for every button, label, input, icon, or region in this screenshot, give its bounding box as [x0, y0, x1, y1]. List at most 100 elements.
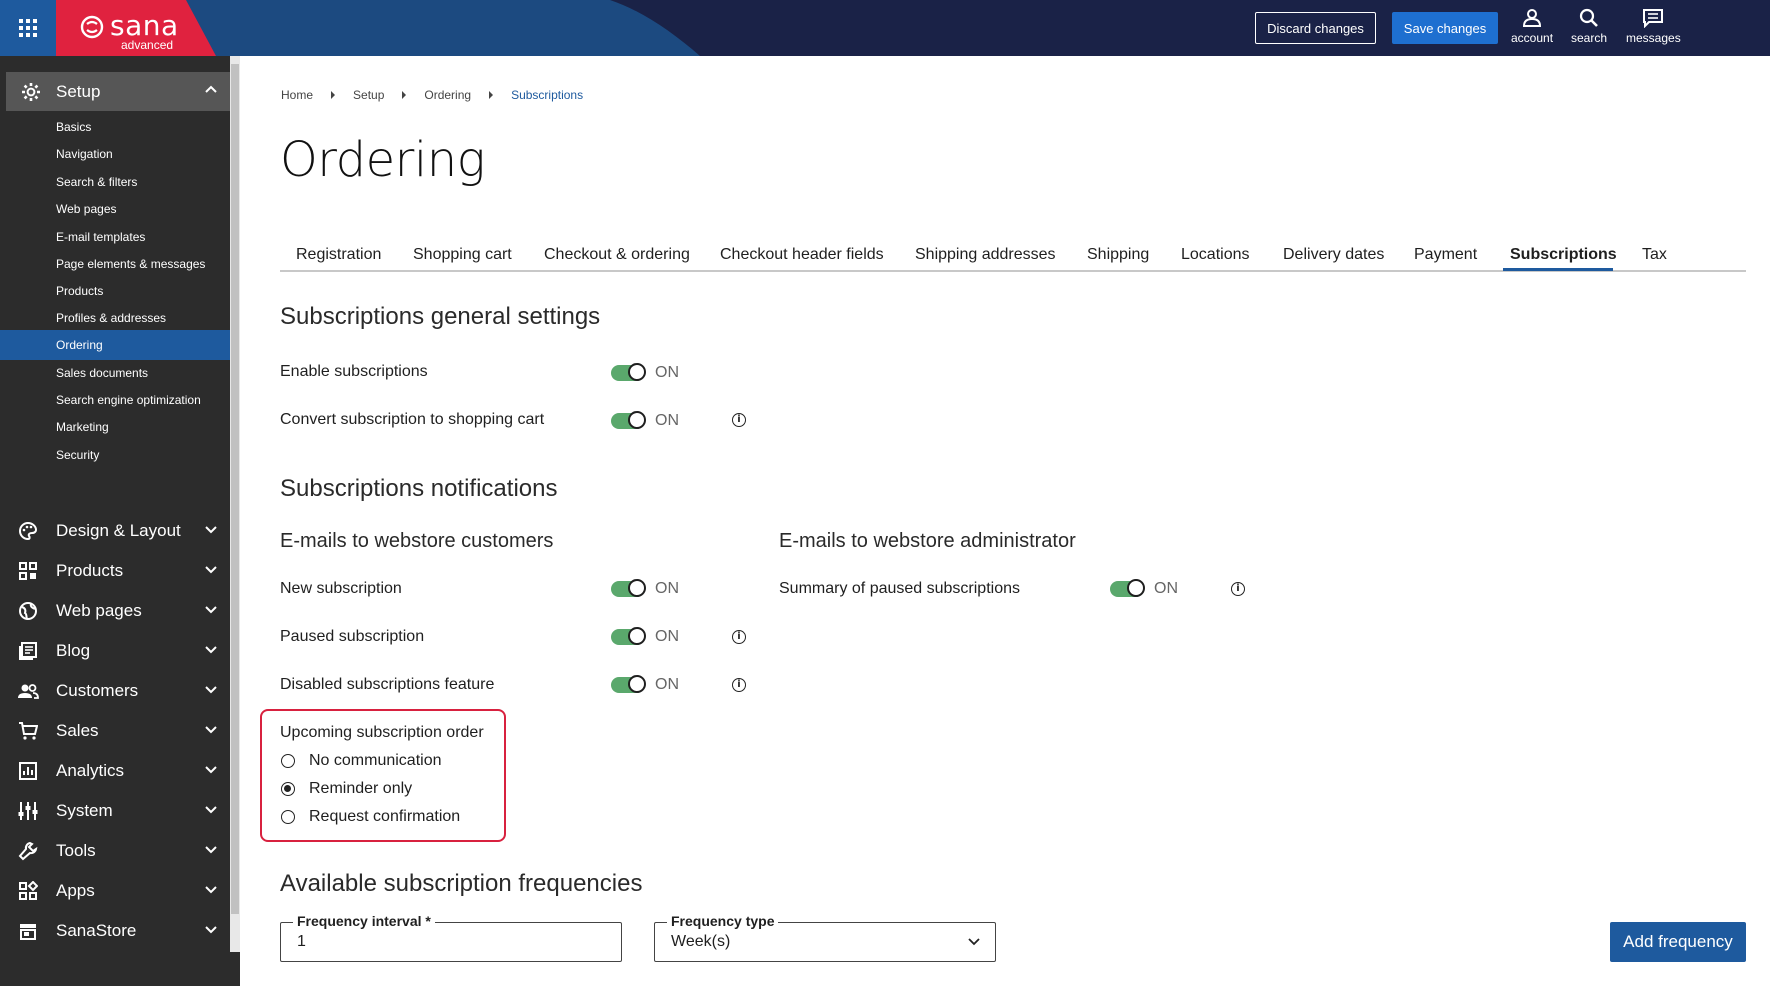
- frequency-type-select[interactable]: Frequency type Week(s): [654, 913, 996, 962]
- tab-bar: Registration Shopping cart Checkout & or…: [280, 236, 1746, 272]
- radio-unchecked-icon: [281, 810, 295, 824]
- radio-no-communication[interactable]: No communication: [281, 752, 442, 770]
- sidebar-item-setup[interactable]: Setup: [6, 72, 230, 111]
- enable-subscriptions-label: Enable subscriptions: [280, 363, 428, 380]
- customers-icon: [18, 684, 39, 699]
- radio-reminder-only[interactable]: Reminder only: [281, 780, 412, 798]
- admin-emails-heading: E-mails to webstore administrator: [779, 530, 1076, 552]
- tab-checkout-header-fields[interactable]: Checkout header fields: [720, 246, 884, 264]
- sidebar-item-sales[interactable]: Sales: [0, 711, 230, 751]
- sidebar-item-web-pages[interactable]: Web pages: [0, 591, 230, 631]
- sidebar-item-blog[interactable]: Blog: [0, 631, 230, 671]
- sidebar-tools-label: Tools: [56, 841, 96, 860]
- summary-paused-info-icon[interactable]: i: [1231, 582, 1245, 596]
- app-launcher-button[interactable]: [0, 0, 56, 56]
- sidebar-sub-search-filters[interactable]: Search & filters: [0, 167, 230, 197]
- sidebar-item-tools[interactable]: Tools: [0, 831, 230, 871]
- gear-icon: [22, 82, 40, 101]
- chevron-down-icon: [205, 766, 217, 774]
- breadcrumb-setup[interactable]: Setup: [353, 88, 384, 102]
- summary-paused-toggle[interactable]: [1110, 579, 1145, 597]
- sidebar-item-customers[interactable]: Customers: [0, 671, 230, 711]
- convert-to-cart-toggle[interactable]: [611, 411, 646, 429]
- tab-locations[interactable]: Locations: [1181, 246, 1250, 264]
- sidebar-sub-security[interactable]: Security: [0, 440, 230, 470]
- analytics-icon: [19, 762, 37, 780]
- frequency-interval-value: 1: [297, 933, 306, 950]
- radio-no-communication-label: No communication: [309, 752, 442, 769]
- disabled-feature-info-icon[interactable]: i: [732, 678, 746, 692]
- sidebar-sub-profiles-addresses[interactable]: Profiles & addresses: [0, 303, 230, 333]
- messages-label: messages: [1626, 31, 1681, 45]
- top-header: sana advanced Discard changes Save chang…: [0, 0, 1770, 56]
- sidebar-sub-page-elements[interactable]: Page elements & messages: [0, 249, 230, 279]
- sidebar-item-apps[interactable]: Apps: [0, 871, 230, 911]
- save-changes-button[interactable]: Save changes: [1392, 12, 1498, 44]
- sidebar-sanastore-label: SanaStore: [56, 921, 137, 940]
- disabled-feature-toggle[interactable]: [611, 675, 646, 693]
- add-frequency-button[interactable]: Add frequency: [1610, 922, 1746, 962]
- radio-unchecked-icon: [281, 754, 295, 768]
- paused-subscription-toggle[interactable]: [611, 627, 646, 645]
- sidebar-sub-web-pages[interactable]: Web pages: [0, 194, 230, 224]
- sidebar-sub-ordering[interactable]: Ordering: [0, 330, 230, 360]
- breadcrumb-ordering[interactable]: Ordering: [424, 88, 471, 102]
- account-label: account: [1511, 31, 1554, 45]
- sidebar-item-design-layout[interactable]: Design & Layout: [0, 511, 230, 551]
- store-icon: [20, 924, 36, 940]
- breadcrumb-home[interactable]: Home: [281, 88, 313, 102]
- enable-subscriptions-state: ON: [655, 364, 679, 381]
- summary-paused-state: ON: [1154, 580, 1178, 597]
- tab-registration[interactable]: Registration: [296, 246, 381, 264]
- search-button[interactable]: search: [1571, 8, 1607, 45]
- frequency-type-label: Frequency type: [667, 913, 779, 929]
- sidebar-products-label: Products: [56, 561, 124, 580]
- sidebar-sub-navigation[interactable]: Navigation: [0, 139, 230, 169]
- sidebar-item-products[interactable]: Products: [0, 551, 230, 591]
- sidebar-analytics-label: Analytics: [56, 761, 125, 780]
- frequency-interval-field[interactable]: Frequency interval * 1: [280, 913, 622, 962]
- tab-subscriptions[interactable]: Subscriptions: [1510, 246, 1617, 264]
- sidebar-sub-products[interactable]: Products: [0, 276, 230, 306]
- system-icon: [18, 802, 38, 820]
- sidebar-sub-email-templates[interactable]: E-mail templates: [0, 222, 230, 252]
- messages-button[interactable]: messages: [1626, 8, 1681, 45]
- sidebar-scrollbar[interactable]: [230, 56, 240, 952]
- sidebar-scrollbar-thumb[interactable]: [231, 64, 239, 914]
- sidebar-sub-seo[interactable]: Search engine optimization: [0, 385, 230, 415]
- account-button[interactable]: account: [1511, 8, 1553, 45]
- paused-subscription-label: Paused subscription: [280, 628, 425, 645]
- tab-delivery-dates[interactable]: Delivery dates: [1283, 246, 1384, 264]
- messages-icon: [1643, 9, 1664, 28]
- sidebar-sub-sales-documents[interactable]: Sales documents: [0, 358, 230, 388]
- new-subscription-state: ON: [655, 580, 679, 597]
- logo-subtitle: advanced: [121, 38, 174, 52]
- globe-icon: [19, 602, 37, 620]
- sidebar: Setup Basics Navigation Search & filters…: [0, 56, 240, 986]
- grid-icon: [19, 19, 37, 37]
- breadcrumb-subscriptions: Subscriptions: [511, 88, 584, 102]
- discard-changes-button[interactable]: Discard changes: [1255, 12, 1376, 44]
- sidebar-customers-label: Customers: [56, 681, 139, 700]
- tab-checkout-ordering[interactable]: Checkout & ordering: [544, 246, 690, 264]
- paused-subscription-info-icon[interactable]: i: [732, 630, 746, 644]
- tab-shipping[interactable]: Shipping: [1087, 246, 1149, 264]
- radio-request-confirmation[interactable]: Request confirmation: [281, 808, 460, 826]
- sidebar-item-sanastore[interactable]: SanaStore: [0, 911, 230, 951]
- chevron-down-icon: [205, 606, 217, 614]
- tab-shipping-addresses[interactable]: Shipping addresses: [915, 246, 1056, 264]
- sidebar-item-analytics[interactable]: Analytics: [0, 751, 230, 791]
- enable-subscriptions-toggle[interactable]: [611, 363, 646, 381]
- tab-payment[interactable]: Payment: [1414, 246, 1477, 264]
- chevron-down-icon: [205, 806, 217, 814]
- new-subscription-toggle[interactable]: [611, 579, 646, 597]
- chevron-down-icon: [205, 646, 217, 654]
- tab-shopping-cart[interactable]: Shopping cart: [413, 246, 512, 264]
- sidebar-item-system[interactable]: System: [0, 791, 230, 831]
- sidebar-sub-marketing[interactable]: Marketing: [0, 412, 230, 442]
- products-icon: [19, 562, 37, 580]
- radio-reminder-only-label: Reminder only: [309, 780, 413, 797]
- convert-to-cart-info-icon[interactable]: i: [732, 413, 746, 427]
- tab-tax[interactable]: Tax: [1642, 246, 1667, 264]
- sidebar-sub-basics[interactable]: Basics: [0, 112, 230, 142]
